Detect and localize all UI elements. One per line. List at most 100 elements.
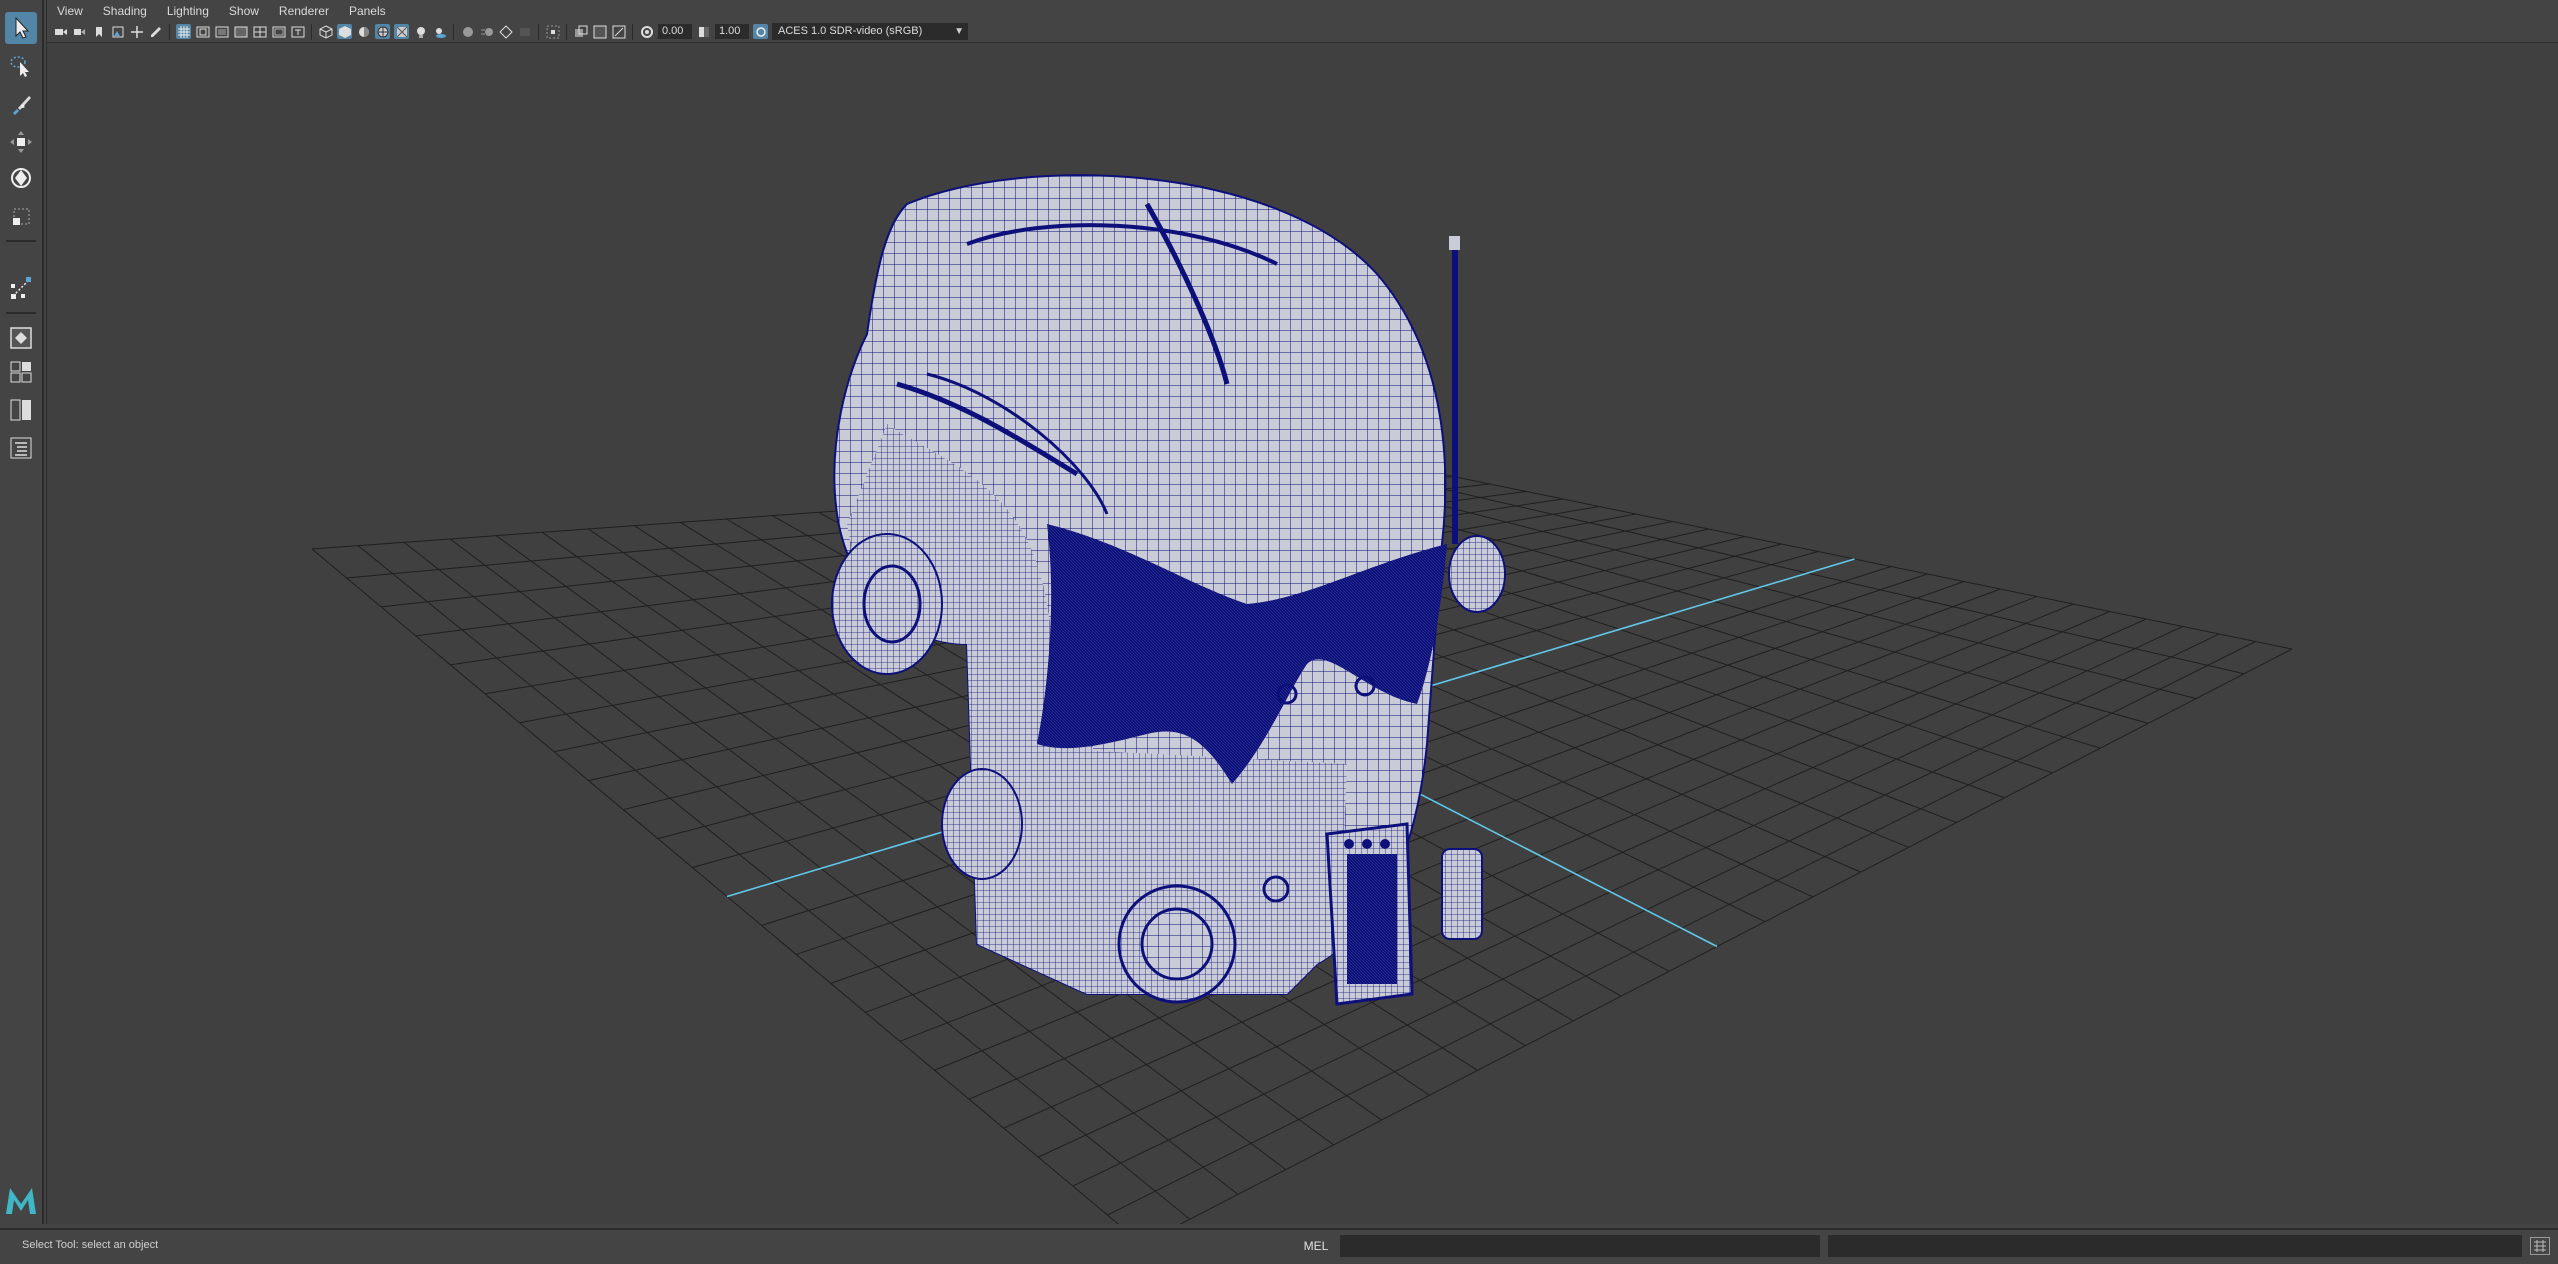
outliner-layout-button[interactable]	[5, 432, 37, 464]
anti-aliasing-button[interactable]	[498, 24, 513, 39]
shaded-cube-icon	[338, 25, 351, 38]
maya-logo	[6, 1188, 36, 1214]
toolbox-divider	[6, 312, 36, 314]
ambient-occlusion-icon	[462, 26, 473, 37]
textured-icon	[396, 26, 407, 37]
antenna-tip	[1449, 236, 1460, 250]
field-chart-button[interactable]	[252, 24, 267, 39]
four-view-layout-button[interactable]	[5, 356, 37, 388]
pencil-icon	[150, 26, 161, 37]
bookmarks-button[interactable]	[91, 24, 106, 39]
camera-attributes-icon	[73, 28, 85, 35]
panel-toolbar: 0.00 1.00 ACES 1.0 SDR-video (sRGB) ▼	[47, 21, 2558, 43]
left-ear-disc	[831, 533, 943, 675]
wireframe-cube-icon	[319, 24, 332, 39]
scene-canvas[interactable]	[47, 44, 2557, 1224]
select-tool-button[interactable]	[5, 12, 37, 44]
paint-select-tool-button[interactable]	[5, 88, 37, 120]
xray-icon	[574, 25, 587, 37]
image-plane-button[interactable]	[110, 24, 125, 39]
xray-joints-button[interactable]	[592, 24, 607, 39]
color-management-icon	[755, 26, 766, 37]
safe-action-icon	[272, 26, 285, 37]
view-transform-toggle[interactable]	[753, 24, 768, 39]
motion-blur-icon	[480, 27, 493, 36]
lasso-tool-button[interactable]	[5, 50, 37, 82]
smooth-shade-button[interactable]	[337, 24, 352, 39]
panel-menu-bar: View Shading Lighting Show Renderer Pane…	[47, 0, 2558, 22]
two-d-pan-zoom-button[interactable]	[129, 24, 144, 39]
paint-select-tool-icon	[13, 96, 31, 115]
safe-action-button[interactable]	[271, 24, 286, 39]
toolbar-divider	[453, 23, 454, 40]
wireframe-button[interactable]	[318, 24, 333, 39]
manipulator-icon	[11, 277, 31, 299]
motion-blur-button[interactable]	[479, 24, 494, 39]
scale-tool-button[interactable]	[5, 200, 37, 232]
two-view-layout-button[interactable]	[5, 394, 37, 426]
use-default-material-button[interactable]	[356, 24, 371, 39]
gamma-icon	[698, 26, 709, 37]
depth-of-field-button[interactable]	[517, 24, 532, 39]
shadows-button[interactable]	[432, 24, 447, 39]
grease-pencil-button[interactable]	[148, 24, 163, 39]
single-perspective-layout-button[interactable]	[5, 322, 37, 354]
toolbar-divider	[566, 23, 567, 40]
helmet-model[interactable]	[831, 174, 1506, 1006]
right-cylinder	[1441, 848, 1483, 940]
menu-panels[interactable]: Panels	[339, 0, 396, 22]
two-view-layout-icon	[10, 399, 31, 421]
menu-lighting[interactable]: Lighting	[157, 0, 219, 22]
grid-toggle-button[interactable]	[176, 24, 191, 39]
film-gate-icon	[196, 26, 209, 37]
rotate-tool-icon	[11, 168, 31, 188]
single-view-layout-icon	[10, 327, 32, 349]
exposure-icon-button[interactable]	[639, 24, 654, 39]
toolbar-divider	[538, 23, 539, 40]
screen-space-ao-button[interactable]	[460, 24, 475, 39]
chevron-down-icon: ▼	[954, 26, 964, 37]
xray-joints-icon	[593, 25, 606, 38]
lasso-tool-icon	[10, 56, 29, 77]
camera-icon	[54, 28, 67, 35]
select-camera-button[interactable]	[53, 24, 68, 39]
textured-button[interactable]	[394, 24, 409, 39]
use-all-lights-button[interactable]	[413, 24, 428, 39]
jaw-bolt	[1344, 839, 1354, 849]
gamma-field[interactable]: 1.00	[715, 24, 749, 39]
jaw-bolt	[1380, 839, 1390, 849]
toolbox	[0, 0, 44, 1224]
pan-zoom-icon	[130, 25, 143, 38]
wireframe-on-shaded-button[interactable]	[375, 24, 390, 39]
gate-mask-button[interactable]	[233, 24, 248, 39]
gamma-icon-button[interactable]	[696, 24, 711, 39]
light-bulb-icon	[416, 26, 425, 38]
camera-attributes-button[interactable]	[72, 24, 87, 39]
isolate-select-button[interactable]	[545, 24, 560, 39]
safe-title-icon	[291, 26, 304, 37]
rotate-tool-button[interactable]	[5, 162, 37, 194]
exposure-field[interactable]: 0.00	[658, 24, 692, 39]
resolution-gate-button[interactable]	[214, 24, 229, 39]
command-language-toggle[interactable]: MEL	[1296, 1236, 1336, 1256]
depth-of-field-icon	[519, 27, 530, 36]
four-view-layout-icon	[10, 361, 32, 383]
safe-title-button[interactable]	[290, 24, 305, 39]
move-tool-button[interactable]	[5, 126, 37, 158]
resolution-gate-icon	[215, 26, 228, 37]
xray-active-components-button[interactable]	[611, 24, 626, 39]
right-ear-disc	[1448, 535, 1506, 613]
xray-button[interactable]	[573, 24, 588, 39]
menu-renderer[interactable]: Renderer	[269, 0, 339, 22]
color-space-dropdown[interactable]: ACES 1.0 SDR-video (sRGB) ▼	[772, 23, 968, 40]
menu-view[interactable]: View	[47, 0, 93, 22]
command-line-input[interactable]	[1340, 1235, 1820, 1257]
menu-show[interactable]: Show	[219, 0, 269, 22]
perspective-viewport[interactable]: View Shading Lighting Show Renderer Pane…	[46, 0, 2558, 1224]
film-gate-button[interactable]	[195, 24, 210, 39]
script-editor-button[interactable]	[2530, 1237, 2550, 1255]
show-manipulator-button[interactable]	[5, 272, 37, 304]
menu-shading[interactable]: Shading	[93, 0, 157, 22]
shadows-icon	[435, 27, 446, 38]
respirator-inner-ring	[1140, 907, 1214, 981]
